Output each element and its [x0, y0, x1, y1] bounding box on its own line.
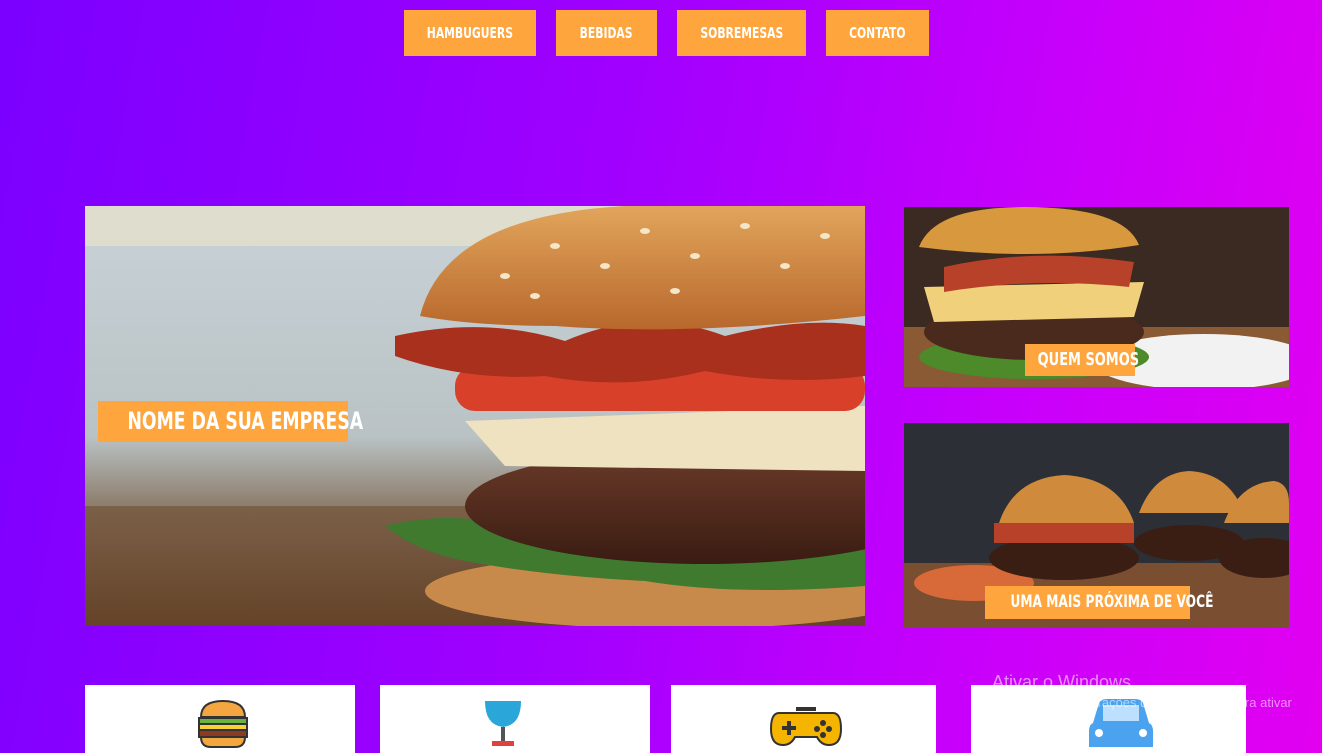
- nav-drinks-button[interactable]: BEBIDAS: [556, 10, 657, 56]
- nav-desserts-label: SOBREMESAS: [700, 24, 783, 42]
- about-card[interactable]: QUEM SOMOS: [904, 207, 1289, 387]
- nav-desserts-button[interactable]: SOBREMESAS: [677, 10, 806, 56]
- hero-title-badge: NOME DA SUA EMPRESA: [98, 401, 363, 442]
- top-nav: HAMBUGUERS BEBIDAS SOBREMESAS CONTATO: [0, 10, 1322, 56]
- nav-hamburgers-label: HAMBUGUERS: [426, 24, 514, 42]
- nearby-card[interactable]: UMA MAIS PRÓXIMA DE VOCÊ: [904, 423, 1289, 628]
- category-card-drinks[interactable]: [380, 685, 650, 753]
- nav-contact-button[interactable]: CONTATO: [826, 10, 929, 56]
- watermark-text: Acesse as configurações do computador pa…: [992, 695, 1292, 729]
- nav-drinks-label: BEBIDAS: [580, 24, 633, 42]
- windows-activation-watermark: Ativar o Windows Acesse as configurações…: [992, 672, 1302, 731]
- burger-icon: [198, 699, 248, 748]
- drink-glass-icon: [485, 701, 521, 746]
- category-card-games[interactable]: [671, 685, 936, 753]
- watermark-title: Ativar o Windows: [992, 672, 1132, 692]
- nav-contact-label: CONTATO: [849, 24, 906, 42]
- gamepad-icon: [769, 707, 843, 747]
- nav-hamburgers-button[interactable]: HAMBUGUERS: [404, 10, 536, 56]
- hero-title: NOME DA SUA EMPRESA: [127, 407, 364, 435]
- about-title: QUEM SOMOS: [1037, 349, 1140, 370]
- hero-banner[interactable]: NOME DA SUA EMPRESA: [85, 206, 865, 626]
- nearby-title-badge: UMA MAIS PRÓXIMA DE VOCÊ: [985, 586, 1213, 619]
- nearby-title: UMA MAIS PRÓXIMA DE VOCÊ: [1010, 592, 1214, 612]
- category-card-burgers[interactable]: [85, 685, 355, 753]
- about-title-badge: QUEM SOMOS: [1025, 344, 1139, 376]
